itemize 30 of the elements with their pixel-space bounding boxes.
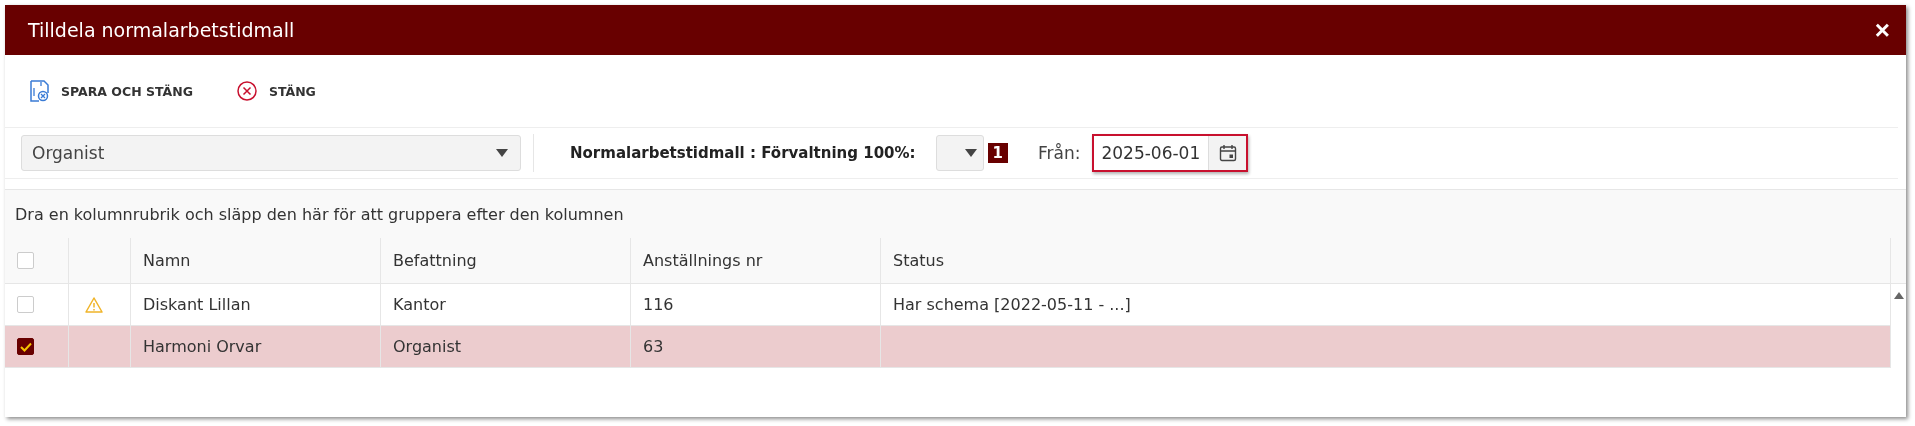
- save-close-button[interactable]: SPARA OCH STÄNG: [25, 76, 197, 106]
- save-icon: [29, 80, 49, 102]
- table-cell: Harmoni Orvar: [130, 326, 380, 368]
- column-header[interactable]: Befattning: [380, 238, 630, 284]
- table-cell: Kantor: [380, 284, 630, 326]
- close-icon: [236, 81, 257, 101]
- column-header[interactable]: Status: [880, 238, 1890, 284]
- table-cell: Organist: [380, 326, 630, 368]
- scroll-up-icon[interactable]: [1893, 292, 1904, 299]
- from-label: Från:: [1038, 143, 1081, 163]
- table-cell: Har schema [2022-05-11 - ...]: [880, 284, 1890, 326]
- step-badge: 1: [987, 143, 1008, 163]
- calendar-button[interactable]: [1208, 136, 1247, 170]
- role-dropdown[interactable]: Organist: [21, 135, 521, 171]
- group-hint: Dra en kolumnrubrik och släpp den här för att gruppera efter den kolumnen: [15, 204, 624, 224]
- close-button[interactable]: ×: [1874, 17, 1890, 43]
- date-field[interactable]: 2025-06-01: [1092, 134, 1249, 172]
- column-header[interactable]: Anställnings nr: [630, 238, 880, 284]
- table-cell: 116: [630, 284, 880, 326]
- column-header[interactable]: Namn: [130, 238, 380, 284]
- table-cell: 63: [630, 326, 880, 368]
- caret-icon: [496, 149, 508, 157]
- checkbox[interactable]: [17, 338, 34, 355]
- window-title: Tilldela normalarbetstidmall: [28, 19, 295, 41]
- template-label: Normalarbetstidmall : Förvaltning 100%:: [570, 144, 916, 162]
- caret-icon: [964, 149, 977, 157]
- calendar-icon: [1218, 144, 1237, 162]
- template-dropdown[interactable]: [935, 135, 984, 171]
- close-button[interactable]: STÄNG: [232, 77, 320, 105]
- table-cell: Diskant Lillan: [130, 284, 380, 326]
